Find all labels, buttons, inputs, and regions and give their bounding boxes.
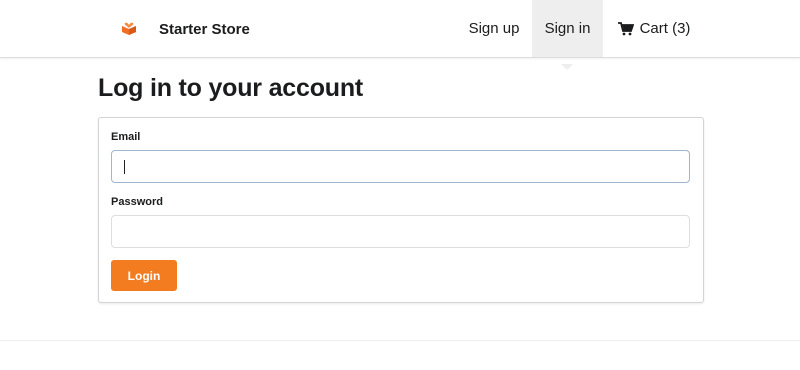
brand-name: Starter Store bbox=[159, 20, 250, 38]
email-field[interactable] bbox=[111, 150, 690, 183]
nav-cart-link[interactable]: Cart (3) bbox=[612, 0, 696, 57]
nav-sign-in-link[interactable]: Sign in bbox=[532, 0, 603, 57]
login-button[interactable]: Login bbox=[111, 260, 177, 291]
brand-link[interactable]: Starter Store bbox=[118, 0, 250, 58]
cart-label: Cart (3) bbox=[639, 20, 691, 37]
footer-divider bbox=[0, 340, 800, 341]
login-form: Email Password Login bbox=[98, 117, 704, 303]
nav-sign-up-link[interactable]: Sign up bbox=[462, 0, 526, 57]
page-title: Log in to your account bbox=[98, 74, 364, 102]
email-label: Email bbox=[111, 131, 141, 143]
password-field[interactable] bbox=[111, 215, 690, 248]
password-label: Password bbox=[111, 196, 163, 208]
text-caret bbox=[124, 160, 125, 174]
heart-box-icon bbox=[118, 18, 140, 40]
shopping-cart-icon bbox=[617, 21, 634, 36]
top-navbar: Starter Store Sign up Sign in Cart (3) bbox=[0, 0, 800, 58]
active-nav-pointer bbox=[561, 57, 573, 70]
